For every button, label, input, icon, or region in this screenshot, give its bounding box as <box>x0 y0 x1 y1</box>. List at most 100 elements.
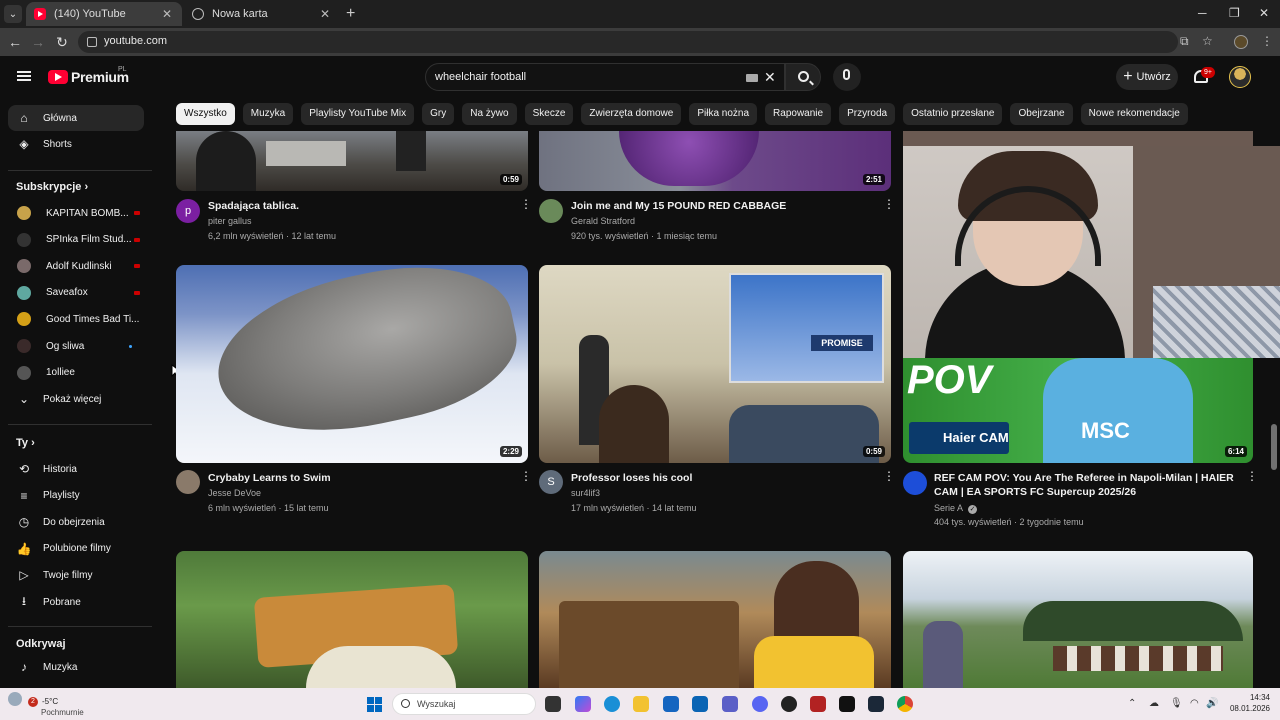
show-more-button[interactable]: ⌄ Pokaż więcej <box>8 386 144 412</box>
video-thumbnail[interactable] <box>539 551 891 688</box>
video-thumbnail[interactable]: 0:59 <box>176 131 528 191</box>
filter-chip[interactable]: Playlisty YouTube Mix <box>301 103 415 125</box>
channel-name[interactable]: Jesse DeVoe <box>208 488 261 498</box>
task-view-icon[interactable] <box>545 696 561 712</box>
more-options-icon[interactable]: ⋮ <box>520 198 532 210</box>
filter-chip[interactable]: Na żywo <box>462 103 517 125</box>
video-thumbnail[interactable] <box>903 551 1253 688</box>
filter-chip[interactable]: Rapowanie <box>765 103 832 125</box>
discord-icon[interactable] <box>752 696 768 712</box>
sidebar-item-subscription[interactable]: Og sliwa <box>8 333 144 359</box>
video-thumbnail[interactable]: POV MSC Haier CAM 6:14 <box>903 358 1253 463</box>
reload-icon[interactable]: ↻ <box>54 34 70 50</box>
site-info-icon[interactable] <box>87 37 97 47</box>
tab-search-button[interactable]: ⌄ <box>4 5 22 23</box>
store-icon[interactable] <box>663 696 679 712</box>
taskbar-clock[interactable]: 14:34 08.01.2026 <box>1228 692 1270 714</box>
bookmark-star-icon[interactable]: ☆ <box>1202 34 1213 48</box>
minimize-icon[interactable]: ─ <box>1198 6 1207 20</box>
close-tab-icon[interactable]: ✕ <box>318 7 332 21</box>
restore-icon[interactable]: ❐ <box>1229 6 1240 20</box>
channel-name[interactable]: Serie A ✓ <box>934 503 978 514</box>
search-button[interactable] <box>785 63 821 91</box>
chrome-icon[interactable] <box>897 696 913 712</box>
you-header[interactable]: Ty › <box>16 437 35 449</box>
sidebar-item-watch-later[interactable]: ◷ Do obejrzenia <box>8 509 144 535</box>
channel-avatar[interactable] <box>903 471 927 495</box>
sidebar-item-liked[interactable]: 👍 Polubione filmy <box>8 536 144 562</box>
sidebar-item-subscription[interactable]: 1olliee <box>8 360 144 386</box>
video-thumbnail[interactable]: PROMISE 0:59 <box>539 265 891 463</box>
app-icon[interactable] <box>839 696 855 712</box>
app-icon[interactable] <box>781 696 797 712</box>
filter-chip[interactable]: Piłka nożna <box>689 103 758 125</box>
forward-icon[interactable]: → <box>30 34 46 50</box>
voice-search-button[interactable] <box>833 63 861 91</box>
outlook-icon[interactable] <box>692 696 708 712</box>
back-icon[interactable]: ← <box>7 34 23 50</box>
sidebar-item-music[interactable]: ♪ Muzyka <box>8 654 144 680</box>
video-title[interactable]: Professor loses his cool <box>571 471 871 485</box>
more-options-icon[interactable]: ⋮ <box>883 198 895 210</box>
taskbar-search[interactable]: Wyszukaj <box>392 693 536 715</box>
subscriptions-header[interactable]: Subskrypcje › <box>16 181 88 193</box>
edge-icon[interactable] <box>604 696 620 712</box>
teams-icon[interactable] <box>722 696 738 712</box>
channel-name[interactable]: piter gallus <box>208 216 252 226</box>
windows-start-icon[interactable] <box>367 697 382 712</box>
video-thumbnail[interactable] <box>903 131 1253 146</box>
filter-chip[interactable]: Wszystko <box>176 103 235 125</box>
page-scrollbar[interactable] <box>1271 424 1277 470</box>
sidebar-item-subscription[interactable]: Adolf Kudlinski <box>8 253 144 279</box>
filter-chip[interactable]: Ostatnio przesłane <box>903 103 1003 125</box>
channel-avatar[interactable] <box>539 199 563 223</box>
close-window-icon[interactable]: ✕ <box>1259 6 1269 20</box>
app-icon[interactable] <box>810 696 826 712</box>
more-options-icon[interactable]: ⋮ <box>1246 470 1258 482</box>
video-thumbnail[interactable]: 2:51 <box>539 131 891 191</box>
file-explorer-icon[interactable] <box>633 696 649 712</box>
create-button[interactable]: + Utwórz <box>1116 64 1178 90</box>
more-options-icon[interactable]: ⋮ <box>883 470 895 482</box>
filter-chip[interactable]: Przyroda <box>839 103 896 125</box>
filter-chip[interactable]: Obejrzane <box>1010 103 1073 125</box>
channel-avatar[interactable] <box>176 470 200 494</box>
sidebar-item-subscription[interactable]: Good Times Bad Ti... <box>8 306 144 332</box>
copilot-icon[interactable] <box>575 696 591 712</box>
youtube-premium-logo[interactable]: Premium PL <box>48 66 129 85</box>
video-thumbnail[interactable]: 2:29 <box>176 265 528 463</box>
clear-search-icon[interactable]: ✕ <box>764 69 776 86</box>
menu-hamburger-icon[interactable] <box>17 71 31 81</box>
channel-name[interactable]: sur4lif3 <box>571 488 600 498</box>
sidebar-item-subscription[interactable]: KAPITAN BOMB... <box>8 200 144 226</box>
video-thumbnail[interactable] <box>176 551 528 688</box>
sidebar-item-downloads[interactable]: ⭳ Pobrane <box>8 589 144 615</box>
filter-chip[interactable]: Muzyka <box>242 103 294 125</box>
filter-chip[interactable]: Gry <box>422 103 455 125</box>
weather-widget[interactable]: 2 -5°C Pochmurnie <box>8 692 84 717</box>
volume-icon[interactable]: 🔊 <box>1206 698 1218 709</box>
keyboard-icon[interactable] <box>746 74 758 82</box>
video-title[interactable]: Crybaby Learns to Swim <box>208 471 508 485</box>
video-title[interactable]: Spadająca tablica. <box>208 199 508 213</box>
browser-profile-avatar[interactable] <box>1234 35 1248 49</box>
close-tab-icon[interactable]: ✕ <box>160 7 174 21</box>
tray-app-icon[interactable]: ☁ <box>1149 698 1159 709</box>
channel-avatar[interactable]: p <box>176 199 200 223</box>
filter-chip[interactable]: Nowe rekomendacje <box>1080 103 1188 125</box>
steam-icon[interactable] <box>868 696 884 712</box>
sidebar-item-home[interactable]: ⌂ Główna <box>8 105 144 131</box>
install-app-icon[interactable]: ⧉ <box>1180 34 1189 49</box>
address-bar[interactable]: youtube.com <box>78 31 1178 53</box>
search-input[interactable]: wheelchair football ✕ <box>425 63 785 91</box>
account-avatar[interactable] <box>1229 66 1251 88</box>
sidebar-item-shorts[interactable]: ◈ Shorts <box>8 131 144 157</box>
new-tab-button[interactable]: + <box>346 5 355 23</box>
sidebar-item-your-videos[interactable]: ▷ Twoje filmy <box>8 562 144 588</box>
channel-avatar[interactable]: S <box>539 470 563 494</box>
tray-overflow-icon[interactable]: ⌃ <box>1128 698 1136 709</box>
tab-new-tab[interactable]: Nowa karta ✕ <box>184 2 340 26</box>
video-title[interactable]: Join me and My 15 POUND RED CABBAGE <box>571 199 871 213</box>
sidebar-item-history[interactable]: ⟲ Historia <box>8 456 144 482</box>
video-title[interactable]: REF CAM POV: You Are The Referee in Napo… <box>934 471 1234 499</box>
